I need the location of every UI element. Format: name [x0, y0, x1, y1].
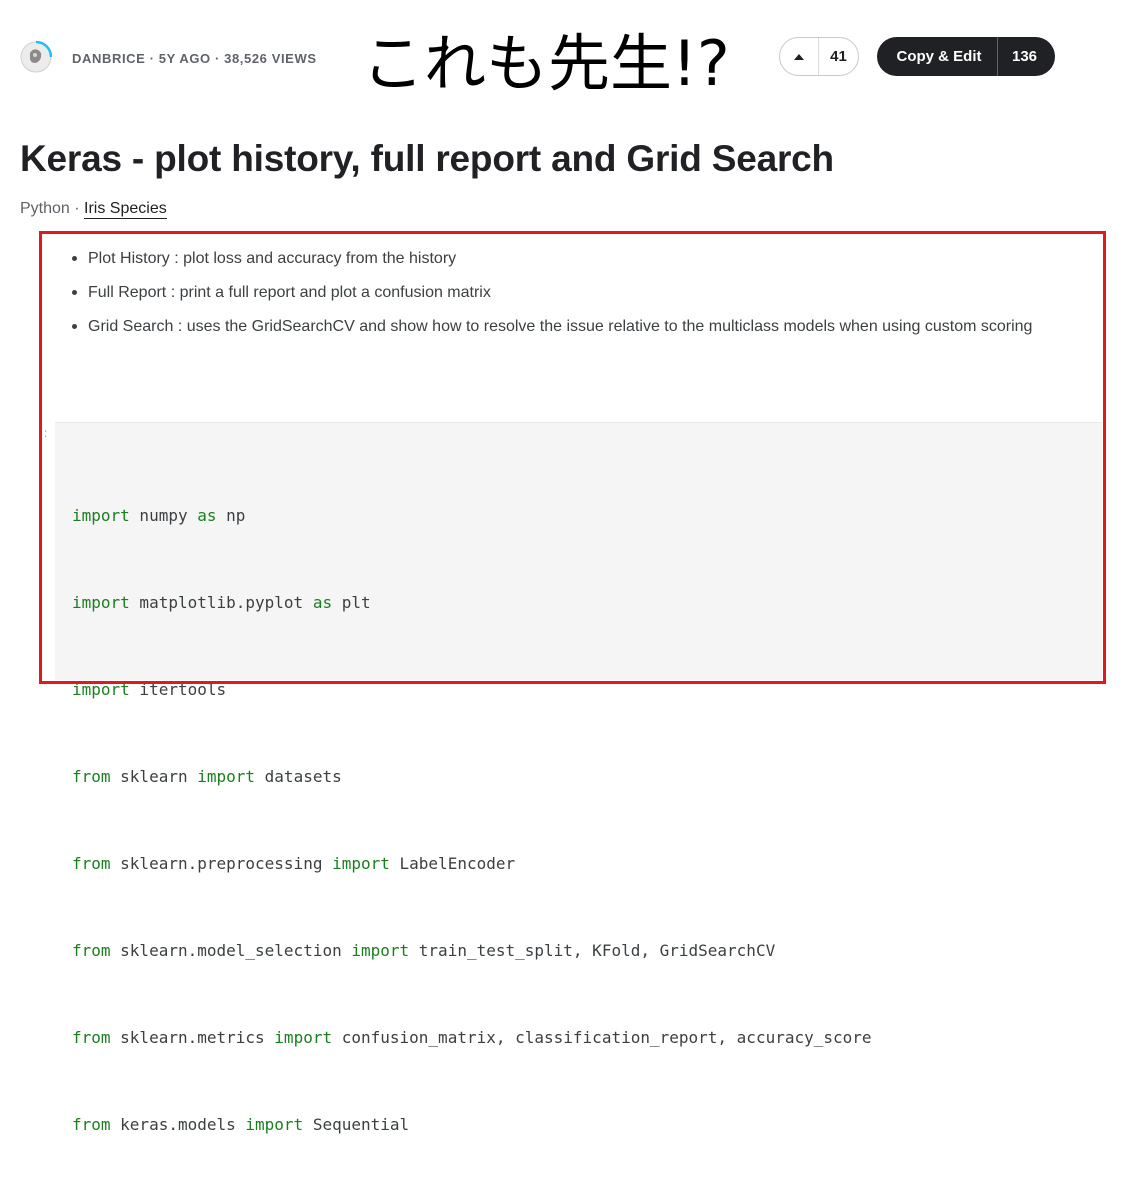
code-text: LabelEncoder — [389, 854, 516, 873]
code-text: Sequential — [303, 1115, 410, 1134]
code-keyword: from — [72, 767, 111, 786]
code-line: from sklearn.preprocessing import LabelE… — [72, 849, 872, 878]
code-text: keras.models — [110, 1115, 246, 1134]
vote-count: 41 — [830, 48, 847, 65]
notebook-title: Keras - plot history, full report and Gr… — [20, 138, 834, 179]
code-keyword: import — [332, 854, 390, 873]
notebook-subtitle: Python · Iris Species — [20, 200, 167, 219]
copy-and-edit-button[interactable]: Copy & Edit 136 — [877, 37, 1055, 76]
author-avatar[interactable] — [20, 40, 53, 73]
code-keyword: import — [274, 1028, 333, 1047]
dataset-link[interactable]: Iris Species — [84, 200, 167, 219]
code-text: datasets — [255, 767, 342, 786]
overlay-caption: これも先生!? — [362, 27, 730, 100]
code-line: from keras.models import Sequential — [72, 1110, 872, 1139]
copy-edit-label: Copy & Edit — [896, 48, 982, 65]
caret-up-icon — [794, 53, 804, 60]
code-keyword: from — [72, 854, 111, 873]
code-line: from sklearn import datasets — [72, 762, 872, 791]
code-line: from sklearn.model_selection import trai… — [72, 936, 872, 965]
code-text: sklearn.preprocessing — [110, 854, 333, 873]
vote-widget: 41 — [779, 37, 859, 76]
code-text: confusion_matrix, classification_report,… — [332, 1028, 872, 1047]
code-keyword: import — [197, 767, 256, 786]
code-text: sklearn.metrics — [110, 1028, 275, 1047]
code-keyword: from — [72, 1115, 111, 1134]
code-text: sklearn — [110, 767, 198, 786]
subtitle-separator: · — [69, 200, 85, 217]
code-keyword: import — [351, 941, 410, 960]
code-line: from sklearn.metrics import confusion_ma… — [72, 1023, 872, 1052]
author-meta: DANBRICE · 5Y AGO · 38,526 VIEWS — [72, 51, 317, 66]
code-text: sklearn.model_selection — [110, 941, 352, 960]
code-keyword: import — [245, 1115, 304, 1134]
code-keyword: from — [72, 1028, 111, 1047]
code-keyword: from — [72, 941, 111, 960]
user-avatar-icon — [20, 40, 53, 73]
highlight-box — [39, 231, 1106, 684]
upvote-button[interactable] — [780, 38, 819, 75]
code-text: train_test_split, KFold, GridSearchCV — [409, 941, 776, 960]
copy-count: 136 — [1011, 48, 1038, 65]
language-label: Python — [20, 200, 70, 217]
